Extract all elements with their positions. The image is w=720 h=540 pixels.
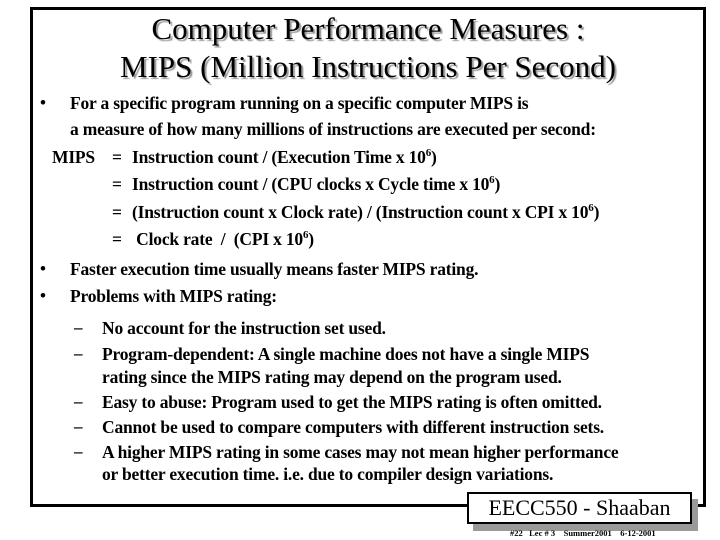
bullet-1-line1: For a specific program running on a spec… — [70, 93, 529, 113]
formula-line-4: Clock rate / (CPI x 106) — [132, 229, 314, 250]
problem-1: No account for the instruction set used. — [102, 318, 386, 338]
problem-2-line1: Program-dependent: A single machine does… — [102, 344, 590, 364]
problem-4: Cannot be used to compare computers with… — [102, 417, 604, 437]
slide-title-line1: Computer Performance Measures : — [151, 11, 585, 46]
formula-text: (Instruction count x Clock rate) / (Inst… — [132, 202, 589, 222]
bullet-1-line2: a measure of how many millions of instru… — [70, 119, 596, 139]
problem-2-line2: rating since the MIPS rating may depend … — [102, 367, 562, 387]
bullet-3: Problems with MIPS rating: — [70, 286, 277, 306]
formula-line-2: Instruction count / (CPU clocks x Cycle … — [132, 174, 500, 195]
dash-icon: – — [74, 392, 83, 411]
formula-text: ) — [431, 147, 437, 167]
dash-icon: – — [74, 318, 83, 337]
formula-equals: = — [112, 229, 122, 249]
bullet-2: Faster execution time usually means fast… — [70, 259, 479, 279]
formula-text: ) — [308, 229, 314, 249]
dash-icon: – — [74, 417, 83, 436]
problem-5-line2: or better execution time. i.e. due to co… — [102, 464, 554, 484]
dash-icon: – — [74, 344, 83, 363]
formula-line-3: (Instruction count x Clock rate) / (Inst… — [132, 202, 599, 223]
formula-text: ) — [593, 202, 600, 222]
dash-icon: – — [74, 442, 83, 461]
footer-meta: #22 Lec # 3 Summer2001 6-12-2001 — [510, 528, 656, 538]
formula-text: ) — [494, 174, 501, 194]
formula-equals: = — [112, 174, 122, 194]
formula-text: Instruction count / (CPU clocks x Cycle … — [132, 174, 490, 194]
bullet-icon: • — [40, 93, 46, 112]
formula-text: Instruction count / (Execution Time x 10 — [132, 147, 426, 167]
formula-lhs: MIPS — [52, 147, 95, 167]
slide-title-line2: MIPS (Million Instructions Per Second) — [120, 49, 616, 84]
formula-equals: = — [112, 147, 122, 167]
formula-text: Clock rate / (CPI x 10 — [132, 229, 303, 249]
problem-3: Easy to abuse: Program used to get the M… — [102, 392, 602, 412]
problem-5-line1: A higher MIPS rating in some cases may n… — [102, 442, 619, 462]
formula-line-1: Instruction count / (Execution Time x 10… — [132, 147, 437, 168]
bullet-icon: • — [40, 259, 46, 278]
bullet-icon: • — [40, 286, 46, 305]
footer-course-label: EECC550 - Shaaban — [467, 492, 692, 524]
formula-equals: = — [112, 202, 122, 222]
